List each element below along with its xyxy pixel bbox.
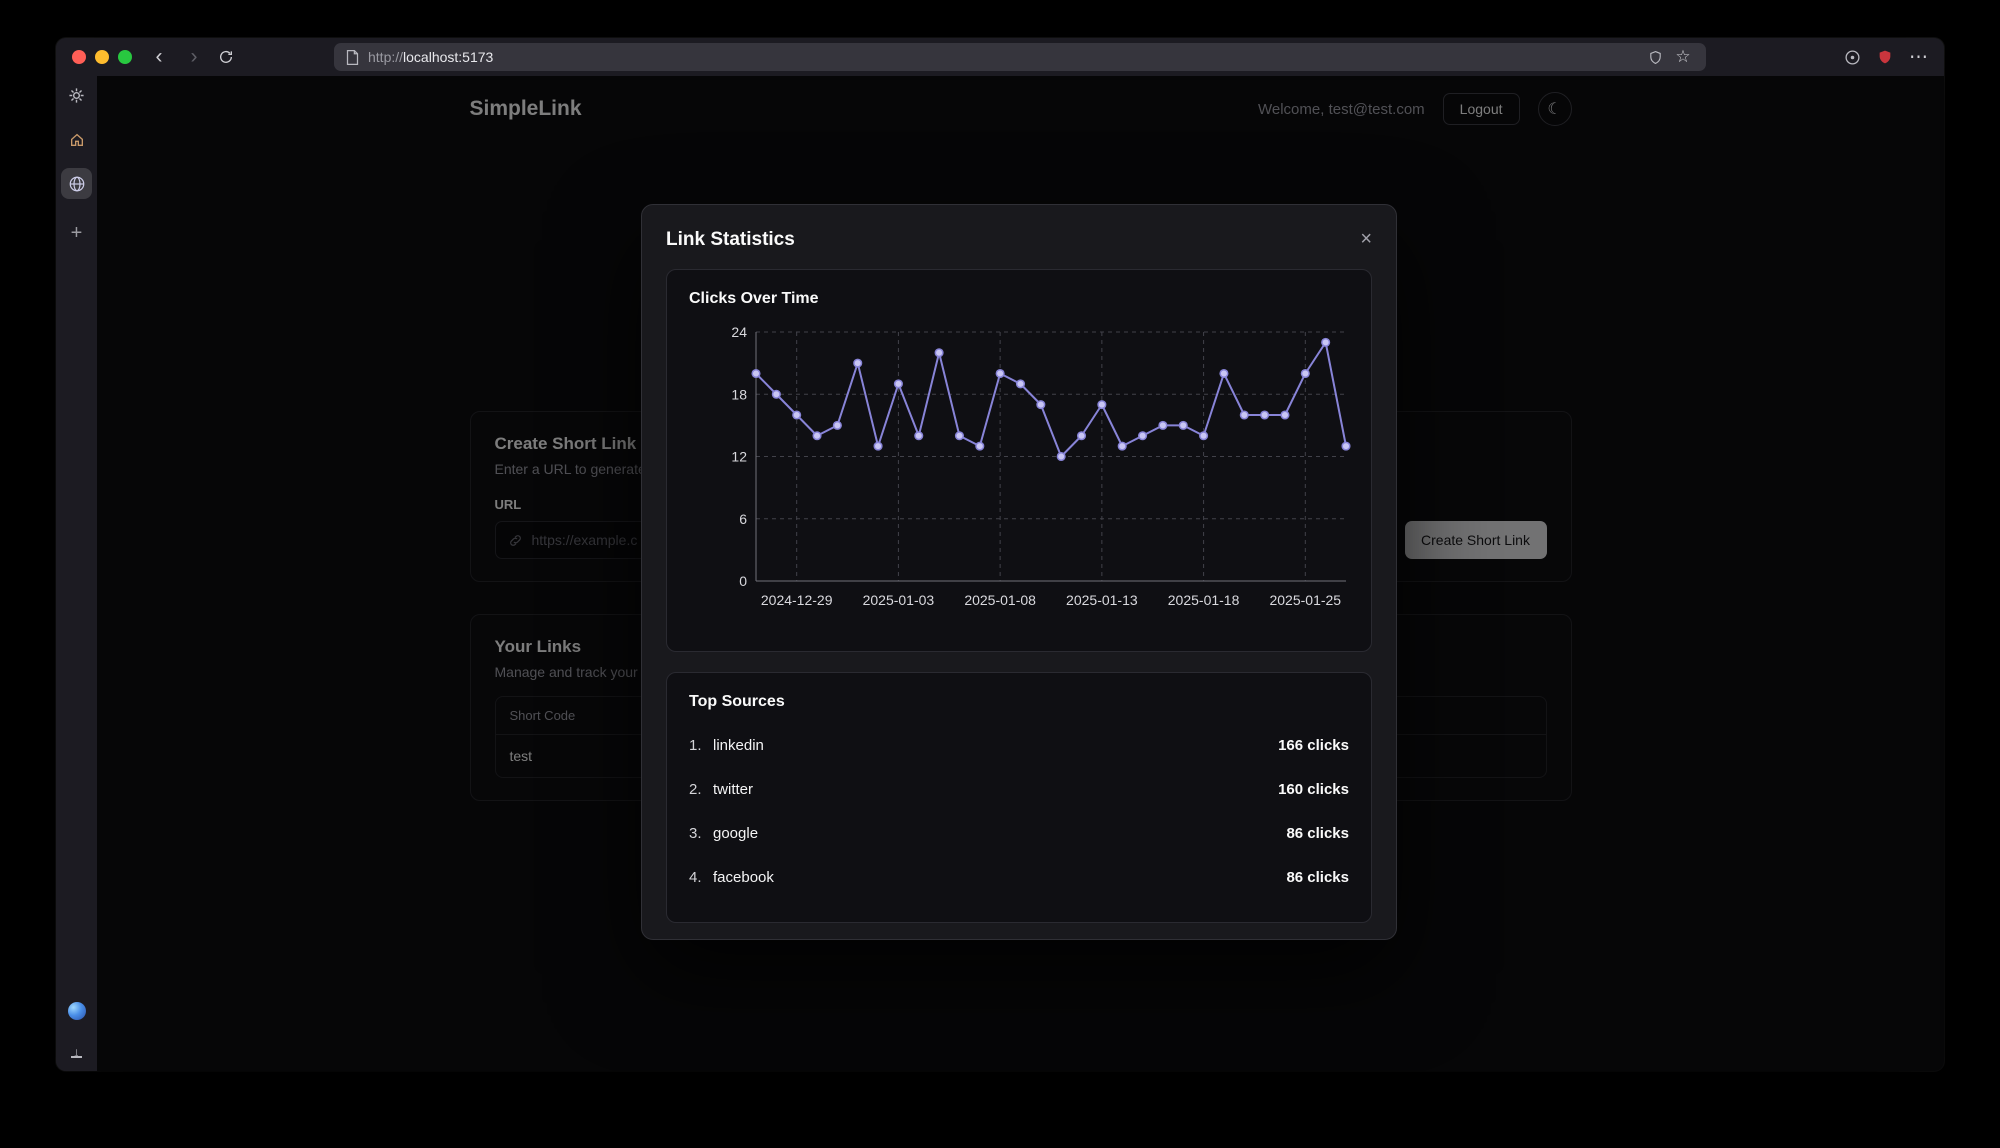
window-controls — [72, 50, 132, 64]
reload-icon[interactable] — [218, 49, 234, 65]
source-rank: 3. — [689, 825, 713, 842]
browser-toolbar: ‹ › http://localhost:5173 ☆ — [56, 38, 1944, 76]
top-sources-title: Top Sources — [689, 693, 1349, 711]
clicks-over-time-panel: Clicks Over Time 0 6 12 18 24 2024-12-29 2025-… — [666, 269, 1372, 652]
svg-text:12: 12 — [731, 449, 747, 465]
menu-icon[interactable]: ⋯ — [1909, 46, 1928, 69]
toolbar-extensions: ⋯ — [1844, 46, 1928, 69]
nav-controls: ‹ › — [148, 46, 234, 68]
settings-gear-icon[interactable] — [61, 80, 92, 111]
source-name: twitter — [713, 781, 753, 798]
close-modal-icon[interactable]: × — [1360, 229, 1372, 249]
page-viewport: SimpleLink Welcome, test@test.com Logout… — [97, 76, 1944, 1071]
source-row: 2. twitter 160 clicks — [689, 767, 1349, 811]
tracking-shield-icon[interactable] — [1648, 50, 1663, 65]
clicks-over-time-chart: 0 6 12 18 24 2024-12-29 2025-01-03 2025-01-08 20… — [689, 316, 1351, 614]
active-tab-globe-icon[interactable] — [61, 168, 92, 199]
browser-window: ‹ › http://localhost:5173 ☆ — [56, 38, 1944, 1071]
svg-text:0: 0 — [739, 573, 747, 589]
source-clicks: 160 clicks — [1278, 781, 1349, 798]
window-close-button[interactable] — [72, 50, 86, 64]
source-name: google — [713, 825, 758, 842]
chart-title: Clicks Over Time — [689, 290, 1349, 308]
page-icon — [346, 50, 359, 65]
workspace-sphere-icon[interactable] — [61, 995, 92, 1026]
source-row: 3. google 86 clicks — [689, 811, 1349, 855]
new-tab-plus-icon[interactable]: + — [61, 218, 92, 249]
svg-text:2025-01-25: 2025-01-25 — [1269, 592, 1341, 608]
adblocker-extension-icon[interactable] — [1877, 49, 1893, 65]
svg-text:2025-01-18: 2025-01-18 — [1168, 592, 1240, 608]
extension-icon[interactable] — [1844, 49, 1861, 66]
source-clicks: 86 clicks — [1286, 869, 1349, 886]
source-rank: 1. — [689, 737, 713, 754]
window-minimize-button[interactable] — [95, 50, 109, 64]
svg-text:2025-01-13: 2025-01-13 — [1066, 592, 1138, 608]
svg-text:2025-01-08: 2025-01-08 — [964, 592, 1036, 608]
source-name: linkedin — [713, 737, 764, 754]
source-clicks: 166 clicks — [1278, 737, 1349, 754]
source-row: 1. linkedin 166 clicks — [689, 723, 1349, 767]
link-statistics-modal: Link Statistics × Clicks Over Time 0 6 12 1… — [641, 204, 1397, 940]
svg-text:2024-12-29: 2024-12-29 — [761, 592, 833, 608]
svg-text:24: 24 — [731, 324, 747, 340]
top-sources-panel: Top Sources 1. linkedin 166 clicks 2. tw… — [666, 672, 1372, 923]
svg-text:18: 18 — [731, 386, 747, 402]
source-rank: 2. — [689, 781, 713, 798]
url-text: http://localhost:5173 — [368, 49, 493, 65]
source-name: facebook — [713, 869, 774, 886]
svg-text:6: 6 — [739, 511, 747, 527]
home-tab-icon[interactable] — [61, 124, 92, 155]
window-zoom-button[interactable] — [118, 50, 132, 64]
source-rank: 4. — [689, 869, 713, 886]
modal-title: Link Statistics — [666, 229, 795, 251]
bookmark-star-icon[interactable]: ☆ — [1672, 46, 1694, 68]
sources-list: 1. linkedin 166 clicks 2. twitter 160 cl… — [689, 723, 1349, 899]
svg-text:2025-01-03: 2025-01-03 — [863, 592, 935, 608]
forward-icon[interactable]: › — [183, 46, 205, 68]
back-icon[interactable]: ‹ — [148, 46, 170, 68]
address-bar[interactable]: http://localhost:5173 ☆ — [334, 43, 1706, 71]
source-row: 4. facebook 86 clicks — [689, 855, 1349, 899]
source-clicks: 86 clicks — [1286, 825, 1349, 842]
downloads-icon[interactable]: ↓ — [61, 1036, 92, 1067]
browser-sidebar: + ↓ — [56, 76, 97, 1071]
